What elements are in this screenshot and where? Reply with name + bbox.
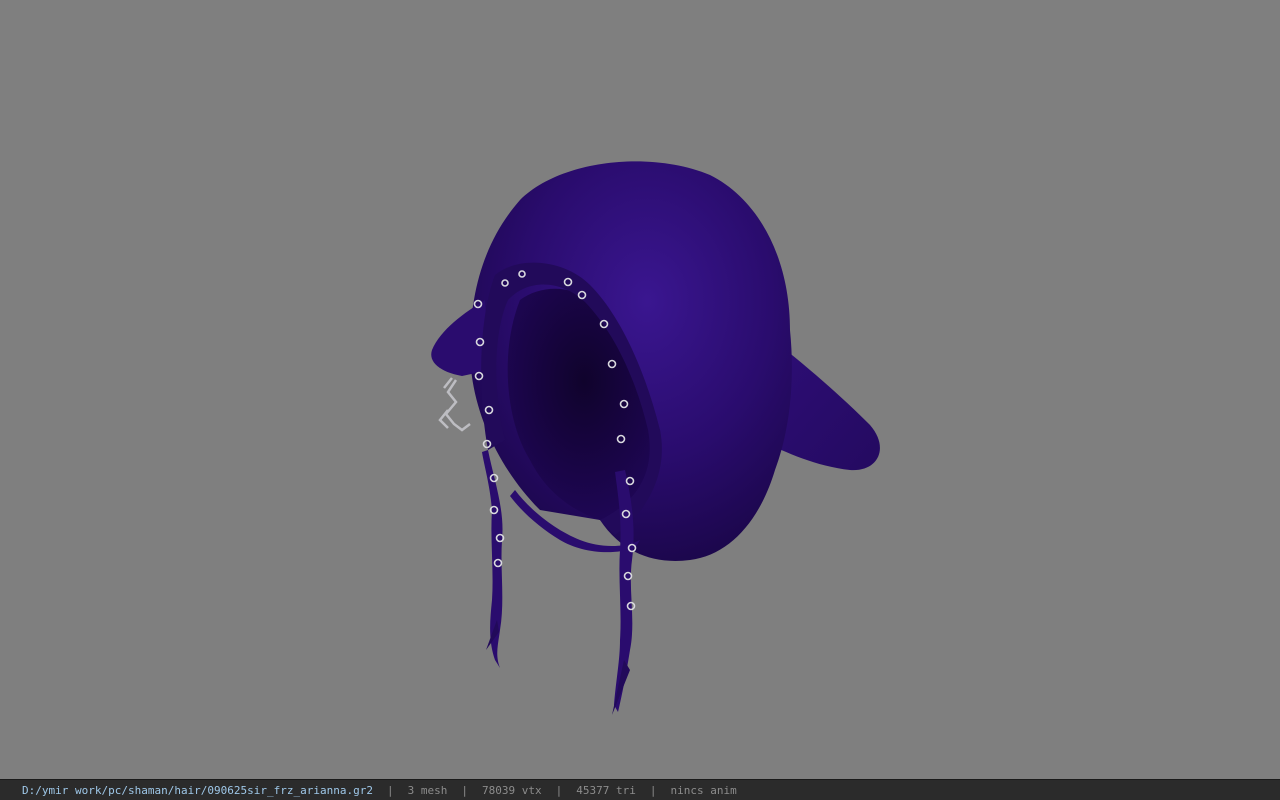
model-render [431,161,880,715]
separator: | [387,783,394,797]
mesh-count: 3 mesh [407,783,448,797]
vertex-count: 78039 vtx [482,783,542,797]
separator: | [555,783,563,797]
file-path: D:/ymir work/pc/shaman/hair/090625sir_fr… [22,783,373,797]
chain [438,377,471,432]
3d-viewport[interactable] [0,0,1280,779]
status-bar: D:/ymir work/pc/shaman/hair/090625sir_fr… [0,779,1280,800]
separator: | [461,783,468,797]
animation-status: nincs anim [670,783,737,797]
separator: | [649,783,657,797]
triangle-count: 45377 tri [576,783,636,797]
